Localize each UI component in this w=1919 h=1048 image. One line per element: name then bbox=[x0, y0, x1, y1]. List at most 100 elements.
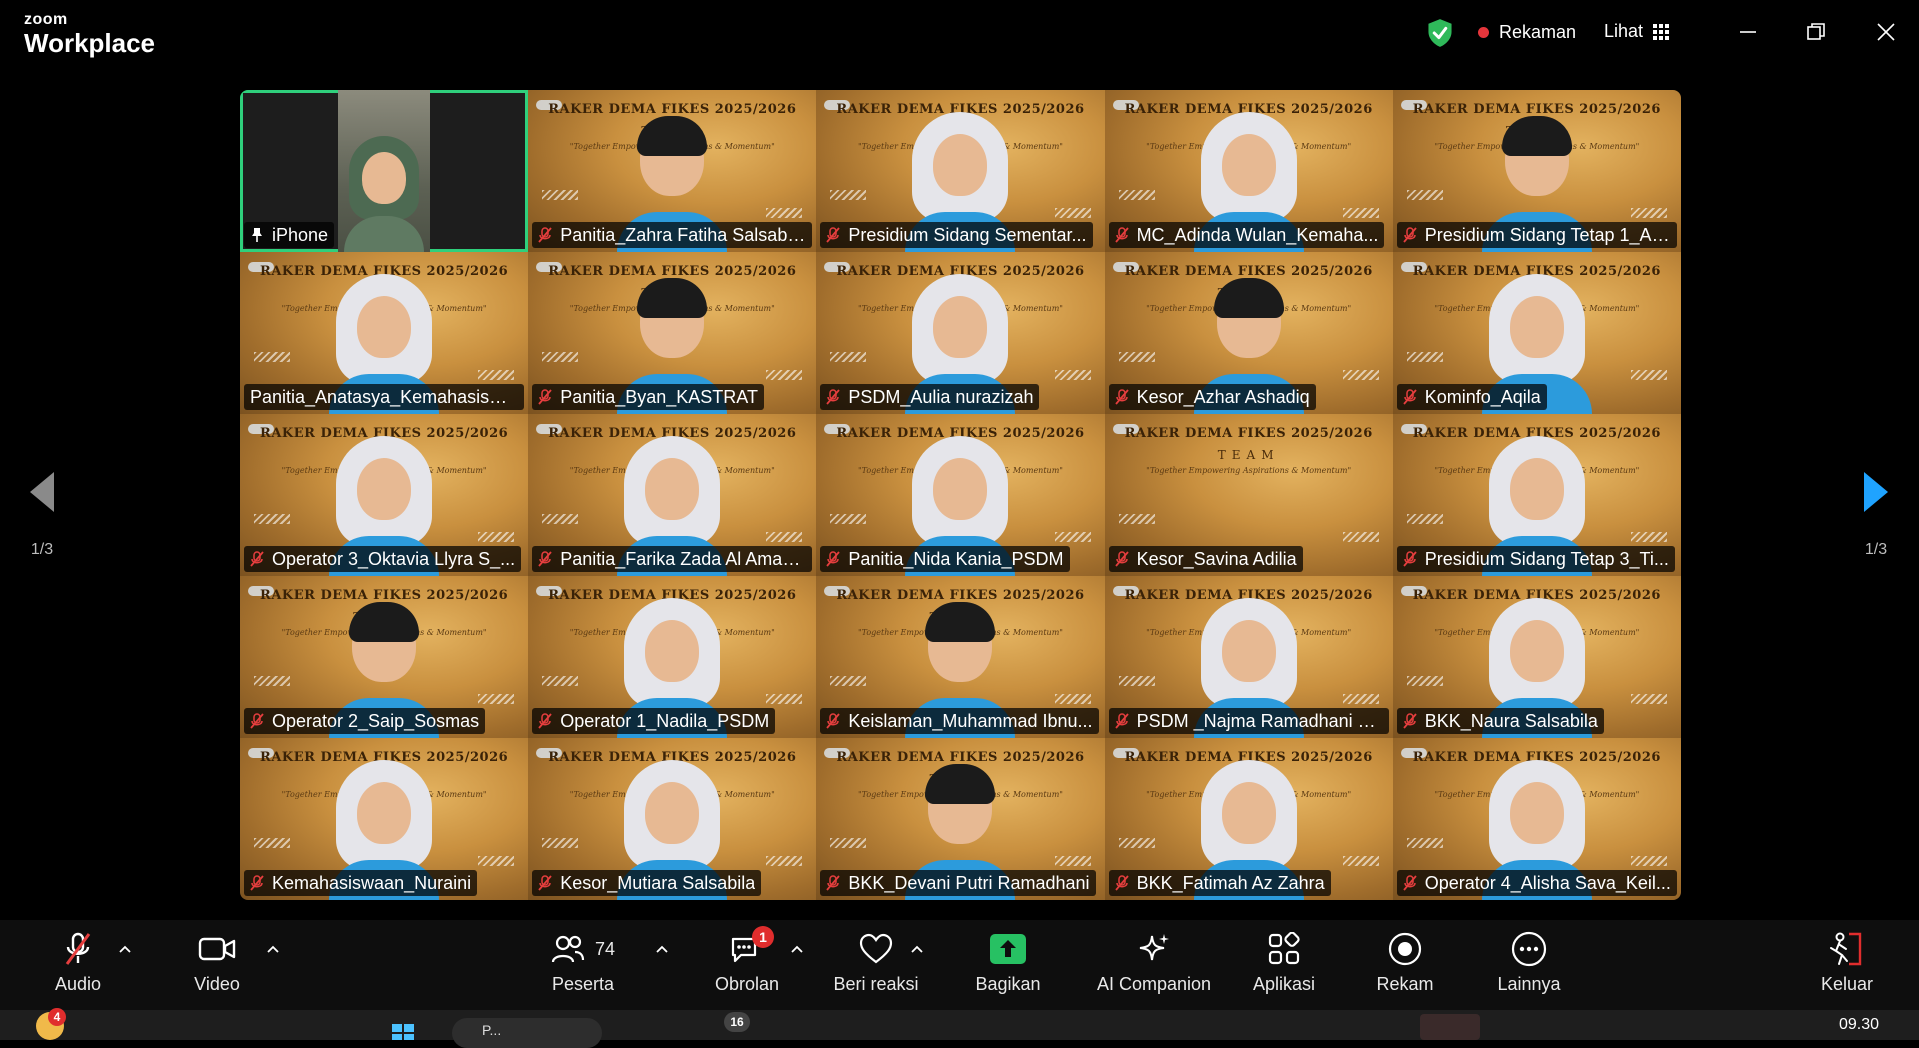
participant-tile[interactable]: RAKER DEMA FIKES 2025/2026TEAM"Together … bbox=[528, 90, 817, 252]
leave-meeting-button[interactable]: Keluar bbox=[1814, 932, 1880, 995]
restore-button[interactable] bbox=[1796, 14, 1836, 50]
decor-hatch bbox=[542, 676, 579, 686]
participant-name-bar: Kemahasiswaan_Nuraini bbox=[244, 870, 478, 896]
decor-hatch bbox=[254, 838, 290, 848]
reactions-label: Beri reaksi bbox=[833, 974, 919, 994]
active-app-icon[interactable] bbox=[1420, 1014, 1480, 1040]
decor-hatch bbox=[830, 514, 867, 524]
decor-hatch bbox=[478, 694, 515, 704]
grid-view-icon bbox=[1653, 23, 1670, 40]
decor-hatch bbox=[1054, 694, 1091, 704]
arrow-right-icon bbox=[1864, 472, 1888, 512]
decor-hatch bbox=[1406, 514, 1443, 524]
close-icon bbox=[1877, 23, 1895, 41]
participant-tile[interactable]: RAKER DEMA FIKES 2025/2026TEAM"Together … bbox=[1104, 90, 1393, 252]
participant-name-bar: Operator 2_Saip_Sosmas bbox=[244, 708, 486, 734]
participant-tile[interactable]: RAKER DEMA FIKES 2025/2026TEAM"Together … bbox=[528, 738, 817, 900]
participant-tile[interactable]: RAKER DEMA FIKES 2025/2026TEAM"Together … bbox=[1392, 252, 1681, 414]
decor-hatch bbox=[830, 676, 867, 686]
decor-hatch bbox=[478, 532, 515, 542]
participant-tile[interactable]: RAKER DEMA FIKES 2025/2026TEAM"Together … bbox=[1104, 738, 1393, 900]
participant-tile[interactable]: RAKER DEMA FIKES 2025/2026TEAM"Together … bbox=[1104, 576, 1393, 738]
participants-options-chevron-icon[interactable] bbox=[655, 942, 669, 956]
decor-hatch bbox=[1630, 532, 1667, 542]
decor-hatch bbox=[1342, 370, 1379, 380]
view-button[interactable]: Lihat bbox=[1604, 21, 1670, 42]
participant-tile[interactable]: RAKER DEMA FIKES 2025/2026TEAM"Together … bbox=[240, 252, 529, 414]
taskbar-search[interactable]: P... bbox=[452, 1018, 602, 1048]
next-page[interactable]: 1/3 bbox=[1846, 472, 1906, 559]
close-window-button[interactable] bbox=[1866, 14, 1906, 50]
minimize-button[interactable] bbox=[1728, 14, 1768, 50]
security-shield-icon[interactable] bbox=[1426, 18, 1454, 48]
background-banner-tagline: "Together Empowering Aspirations & Momen… bbox=[1146, 466, 1352, 475]
decor-hatch bbox=[1630, 208, 1667, 218]
mic-muted-icon bbox=[1114, 389, 1129, 405]
participant-tile[interactable]: RAKER DEMA FIKES 2025/2026TEAM"Together … bbox=[240, 576, 529, 738]
reactions-options-chevron-icon[interactable] bbox=[910, 942, 924, 956]
decor-hatch bbox=[1630, 370, 1667, 380]
decor-hatch bbox=[1118, 676, 1155, 686]
participants-button[interactable]: 74 Peserta bbox=[548, 932, 618, 995]
participant-name-bar: Kesor_Azhar Ashadiq bbox=[1108, 384, 1316, 410]
audio-options-chevron-icon[interactable] bbox=[118, 942, 132, 956]
participant-tile[interactable]: RAKER DEMA FIKES 2025/2026TEAM"Together … bbox=[816, 252, 1105, 414]
mic-muted-icon bbox=[538, 551, 552, 567]
decor-hatch bbox=[766, 532, 803, 542]
participant-tile[interactable]: RAKER DEMA FIKES 2025/2026TEAM"Together … bbox=[1392, 738, 1681, 900]
participant-tile[interactable]: RAKER DEMA FIKES 2025/2026TEAM"Together … bbox=[528, 576, 817, 738]
participant-tile[interactable]: RAKER DEMA FIKES 2025/2026TEAM"Together … bbox=[816, 90, 1105, 252]
decor-hatch bbox=[766, 694, 803, 704]
mic-muted-icon bbox=[538, 713, 552, 729]
taskbar-clock: 09.30 bbox=[1838, 1016, 1879, 1033]
participant-tile[interactable]: RAKER DEMA FIKES 2025/2026TEAM"Together … bbox=[528, 414, 817, 576]
participant-name: Presidium Sidang Sementar... bbox=[848, 224, 1087, 245]
participant-name: Kesor_Azhar Ashadiq bbox=[1136, 386, 1310, 407]
windows-start-icon[interactable] bbox=[392, 1024, 414, 1040]
recording-indicator[interactable]: Rekaman bbox=[1478, 22, 1576, 43]
chat-button[interactable]: 1 Obrolan bbox=[710, 926, 784, 995]
participant-name: Panitia_Farika Zada Al Amad... bbox=[560, 548, 807, 569]
participant-tile[interactable]: RAKER DEMA FIKES 2025/2026TEAM"Together … bbox=[1392, 90, 1681, 252]
view-label: Lihat bbox=[1604, 21, 1644, 41]
apps-button[interactable]: Aplikasi bbox=[1244, 932, 1324, 995]
participant-name: Operator 1_Nadila_PSDM bbox=[560, 710, 770, 731]
decor-hatch bbox=[1118, 838, 1155, 848]
chat-options-chevron-icon[interactable] bbox=[790, 942, 804, 956]
background-banner-team: TEAM bbox=[1217, 448, 1280, 462]
video-button[interactable]: Video bbox=[187, 932, 247, 995]
ai-companion-button[interactable]: AI Companion bbox=[1092, 932, 1216, 995]
participant-tile[interactable]: RAKER DEMA FIKES 2025/2026TEAM"Together … bbox=[240, 414, 529, 576]
participants-icon bbox=[551, 935, 585, 963]
audio-button[interactable]: Audio bbox=[48, 932, 108, 995]
decor-hatch bbox=[478, 370, 515, 380]
participant-name-bar: Panitia_Byan_KASTRAT bbox=[532, 384, 764, 410]
participant-tile[interactable]: RAKER DEMA FIKES 2025/2026TEAM"Together … bbox=[528, 252, 817, 414]
participant-name: Presidium Sidang Tetap 1_Ar... bbox=[1424, 224, 1671, 245]
audio-label: Audio bbox=[54, 974, 102, 994]
video-options-chevron-icon[interactable] bbox=[266, 942, 280, 956]
participant-tile[interactable]: RAKER DEMA FIKES 2025/2026TEAM"Together … bbox=[816, 738, 1105, 900]
participant-tile[interactable]: RAKER DEMA FIKES 2025/2026TEAM"Together … bbox=[1104, 252, 1393, 414]
participant-tile[interactable]: RAKER DEMA FIKES 2025/2026TEAM"Together … bbox=[240, 738, 529, 900]
decor-hatch bbox=[542, 190, 579, 200]
participant-tile[interactable]: RAKER DEMA FIKES 2025/2026TEAM"Together … bbox=[1392, 576, 1681, 738]
mic-muted-icon bbox=[538, 227, 552, 243]
video-gallery: iPhone RAKER DEMA FIKES 2025/2026 TEAM "Tog… bbox=[240, 90, 1681, 900]
decor-hatch bbox=[766, 856, 803, 866]
participant-name: Operator 4_Alisha Sava_Keil... bbox=[1424, 872, 1671, 893]
participant-tile[interactable]: RAKER DEMA FIKES 2025/2026TEAM"Together … bbox=[1104, 414, 1393, 576]
participant-name-bar: Keislaman_Muhammad Ibnu... bbox=[820, 708, 1099, 734]
decor-hatch bbox=[1118, 514, 1155, 524]
participant-tile[interactable]: RAKER DEMA FIKES 2025/2026TEAM"Together … bbox=[1392, 414, 1681, 576]
record-button[interactable]: Rekam bbox=[1372, 932, 1438, 995]
participant-tile[interactable]: iPhone bbox=[240, 90, 529, 252]
participant-name-bar: iPhone bbox=[244, 222, 335, 248]
more-button[interactable]: Lainnya bbox=[1492, 931, 1566, 995]
participant-tile[interactable]: RAKER DEMA FIKES 2025/2026TEAM"Together … bbox=[816, 414, 1105, 576]
participant-tile[interactable]: RAKER DEMA FIKES 2025/2026TEAM"Together … bbox=[816, 576, 1105, 738]
share-button[interactable]: Bagikan bbox=[968, 932, 1048, 995]
recording-label: Rekaman bbox=[1499, 22, 1577, 42]
more-label: Lainnya bbox=[1497, 974, 1561, 994]
previous-page[interactable]: 1/3 bbox=[12, 472, 72, 559]
